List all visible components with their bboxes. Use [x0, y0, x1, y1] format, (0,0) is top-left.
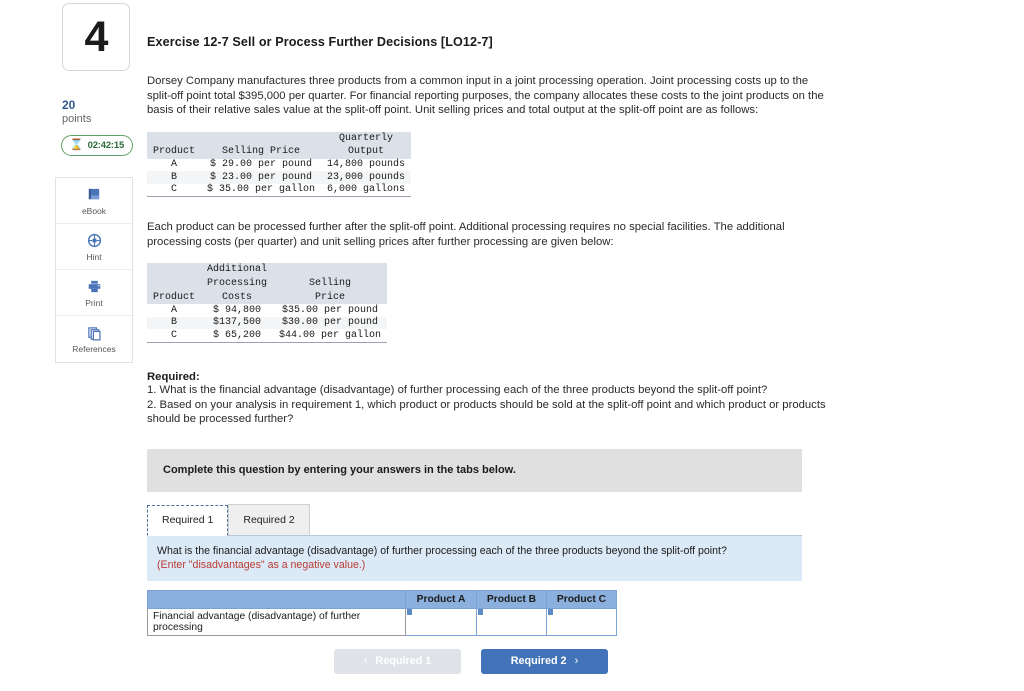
table-row: Financial advantage (disadvantage) of fu…: [147, 607, 617, 636]
t1-r2-product: C: [147, 183, 202, 198]
points-label: points: [62, 113, 92, 126]
t1-r0-output: 14,800 pounds: [327, 159, 406, 171]
second-paragraph: Each product can be processed further af…: [147, 221, 785, 248]
hourglass-icon: ⌛: [69, 139, 84, 152]
t2-price-head: Price: [273, 290, 388, 305]
t2-r2-cost: $ 65,200: [201, 329, 274, 344]
t2-blank-c: [147, 277, 202, 291]
answer-col-product-c: Product C: [546, 589, 617, 609]
t1-r1-output: 23,000 pounds: [321, 171, 412, 184]
question-prompt-text: What is the financial advantage (disadva…: [157, 544, 727, 557]
main-content: Exercise 12-7 Sell or Process Further De…: [147, 0, 847, 674]
t2-product-head: Product: [147, 290, 202, 305]
t1-r0-product: A: [171, 159, 178, 171]
timer-badge: ⌛ 02:42:15: [61, 135, 133, 157]
table-row: B $ 23.00 per pound 23,000 pounds: [147, 171, 412, 184]
t2-r1-price: $30.00 per pound: [273, 316, 388, 330]
t1-quarterly-head: Quarterly: [321, 131, 412, 146]
answer-col-product-b: Product B: [476, 589, 547, 609]
t2-r1-product: B: [147, 316, 202, 330]
table-row: C $ 65,200 $44.00 per gallon: [147, 329, 388, 344]
tab-bar: Required 1 Required 2: [147, 503, 802, 536]
tool-references[interactable]: References: [56, 316, 132, 362]
complete-instruction-text: Complete this question by entering your …: [163, 464, 516, 477]
question-number-box: 4: [62, 3, 130, 71]
t2-r2-price: $44.00 per gallon: [273, 329, 388, 344]
table-row: C $ 35.00 per gallon 6,000 gallons: [147, 183, 412, 198]
t2-processing-head: Processing: [201, 277, 274, 291]
split-off-data-table: Quarterly Product Selling Price Output A…: [147, 131, 412, 198]
t2-selling-head: Selling: [273, 277, 388, 291]
question-prompt-panel: What is the financial advantage (disadva…: [147, 535, 802, 581]
t2-r2-product: C: [147, 329, 202, 344]
page-title: Exercise 12-7 Sell or Process Further De…: [147, 35, 493, 49]
tool-references-label: References: [72, 344, 116, 355]
t1-price-head: Selling Price: [201, 145, 322, 159]
question-number: 4: [84, 12, 109, 61]
tool-ebook-label: eBook: [81, 205, 107, 216]
next-button-label: Required 2: [510, 655, 567, 668]
answer-table: Product A Product B Product C Financial …: [147, 589, 617, 636]
t2-r0-price: $35.00 per pound: [282, 304, 379, 316]
required-item-2: 2. Based on your analysis in requirement…: [147, 398, 826, 426]
nav-buttons: ‹ Required 1 Required 2 ›: [334, 648, 802, 674]
answer-table-blank-head: [147, 589, 406, 609]
question-page: 4 20 points ⌛ 02:42:15 eBook Hint Print …: [0, 0, 1024, 691]
chevron-left-icon: ‹: [363, 655, 368, 668]
tab-required-1-label: Required 1: [162, 514, 214, 527]
required-item-1: 1. What is the financial advantage (disa…: [147, 384, 768, 397]
table-row: B $137,500 $30.00 per pound: [147, 316, 388, 330]
print-icon: [87, 278, 102, 296]
t2-additional-head: Additional: [201, 263, 274, 278]
points-value: 20: [62, 98, 76, 112]
chevron-right-icon: ›: [574, 655, 579, 668]
timer-value: 02:42:15: [87, 140, 125, 152]
left-rail: 4 20 points ⌛ 02:42:15 eBook Hint Print …: [55, 0, 140, 364]
answer-col-product-a: Product A: [405, 589, 477, 609]
t1-blank-head: [147, 131, 202, 146]
t2-blank-a: [147, 263, 202, 278]
tool-print[interactable]: Print: [56, 270, 132, 317]
complete-instruction-bar: Complete this question by entering your …: [147, 448, 802, 492]
prev-required-1-button[interactable]: ‹ Required 1: [334, 648, 461, 674]
tab-required-2[interactable]: Required 2: [228, 503, 310, 535]
t1-r2-price: $ 35.00 per gallon: [201, 183, 322, 198]
answer-row-label: Financial advantage (disadvantage) of fu…: [147, 607, 406, 636]
tab-required-1[interactable]: Required 1: [147, 504, 229, 536]
tool-hint[interactable]: Hint: [56, 224, 132, 271]
ebook-icon: [87, 186, 102, 204]
answer-widget: Complete this question by entering your …: [147, 448, 802, 674]
tool-panel: eBook Hint Print References: [55, 177, 133, 364]
question-note-text: (Enter "disadvantages" as a negative val…: [157, 558, 366, 571]
answer-input-product-c[interactable]: [546, 607, 617, 636]
tab-required-2-label: Required 2: [243, 513, 295, 526]
points-block: 20 points: [62, 98, 140, 126]
t1-product-head: Product: [147, 145, 202, 159]
hint-icon: [87, 232, 102, 250]
answer-input-product-b[interactable]: [476, 607, 547, 636]
prev-button-label: Required 1: [375, 655, 432, 668]
t1-r0-price: $ 29.00 per pound: [210, 159, 313, 171]
t2-r0-product: A: [171, 304, 178, 316]
intro-paragraph: Dorsey Company manufactures three produc…: [147, 75, 824, 116]
t2-blank-b: [273, 263, 388, 278]
references-icon: [87, 324, 102, 342]
required-heading: Required:: [147, 371, 200, 384]
table-row: A $ 94,800 $35.00 per pound: [147, 304, 387, 317]
tool-ebook[interactable]: eBook: [56, 178, 132, 225]
t2-r0-cost: $ 94,800: [213, 304, 262, 316]
answer-input-product-a[interactable]: [405, 607, 477, 636]
t2-costs-head: Costs: [201, 290, 274, 305]
t1-r1-product: B: [147, 171, 202, 184]
t1-r2-output: 6,000 gallons: [321, 183, 412, 198]
t1-blank-head2: [201, 131, 322, 146]
t1-r1-price: $ 23.00 per pound: [201, 171, 322, 184]
additional-processing-table: Additional Processing Selling Product Co…: [147, 263, 388, 344]
tool-hint-label: Hint: [86, 251, 102, 262]
t2-r1-cost: $137,500: [201, 316, 274, 330]
tool-print-label: Print: [85, 297, 103, 308]
table-row: A $ 29.00 per pound 14,800 pounds: [147, 159, 411, 172]
t1-output-head: Output: [321, 145, 412, 159]
next-required-2-button[interactable]: Required 2 ›: [481, 648, 608, 674]
